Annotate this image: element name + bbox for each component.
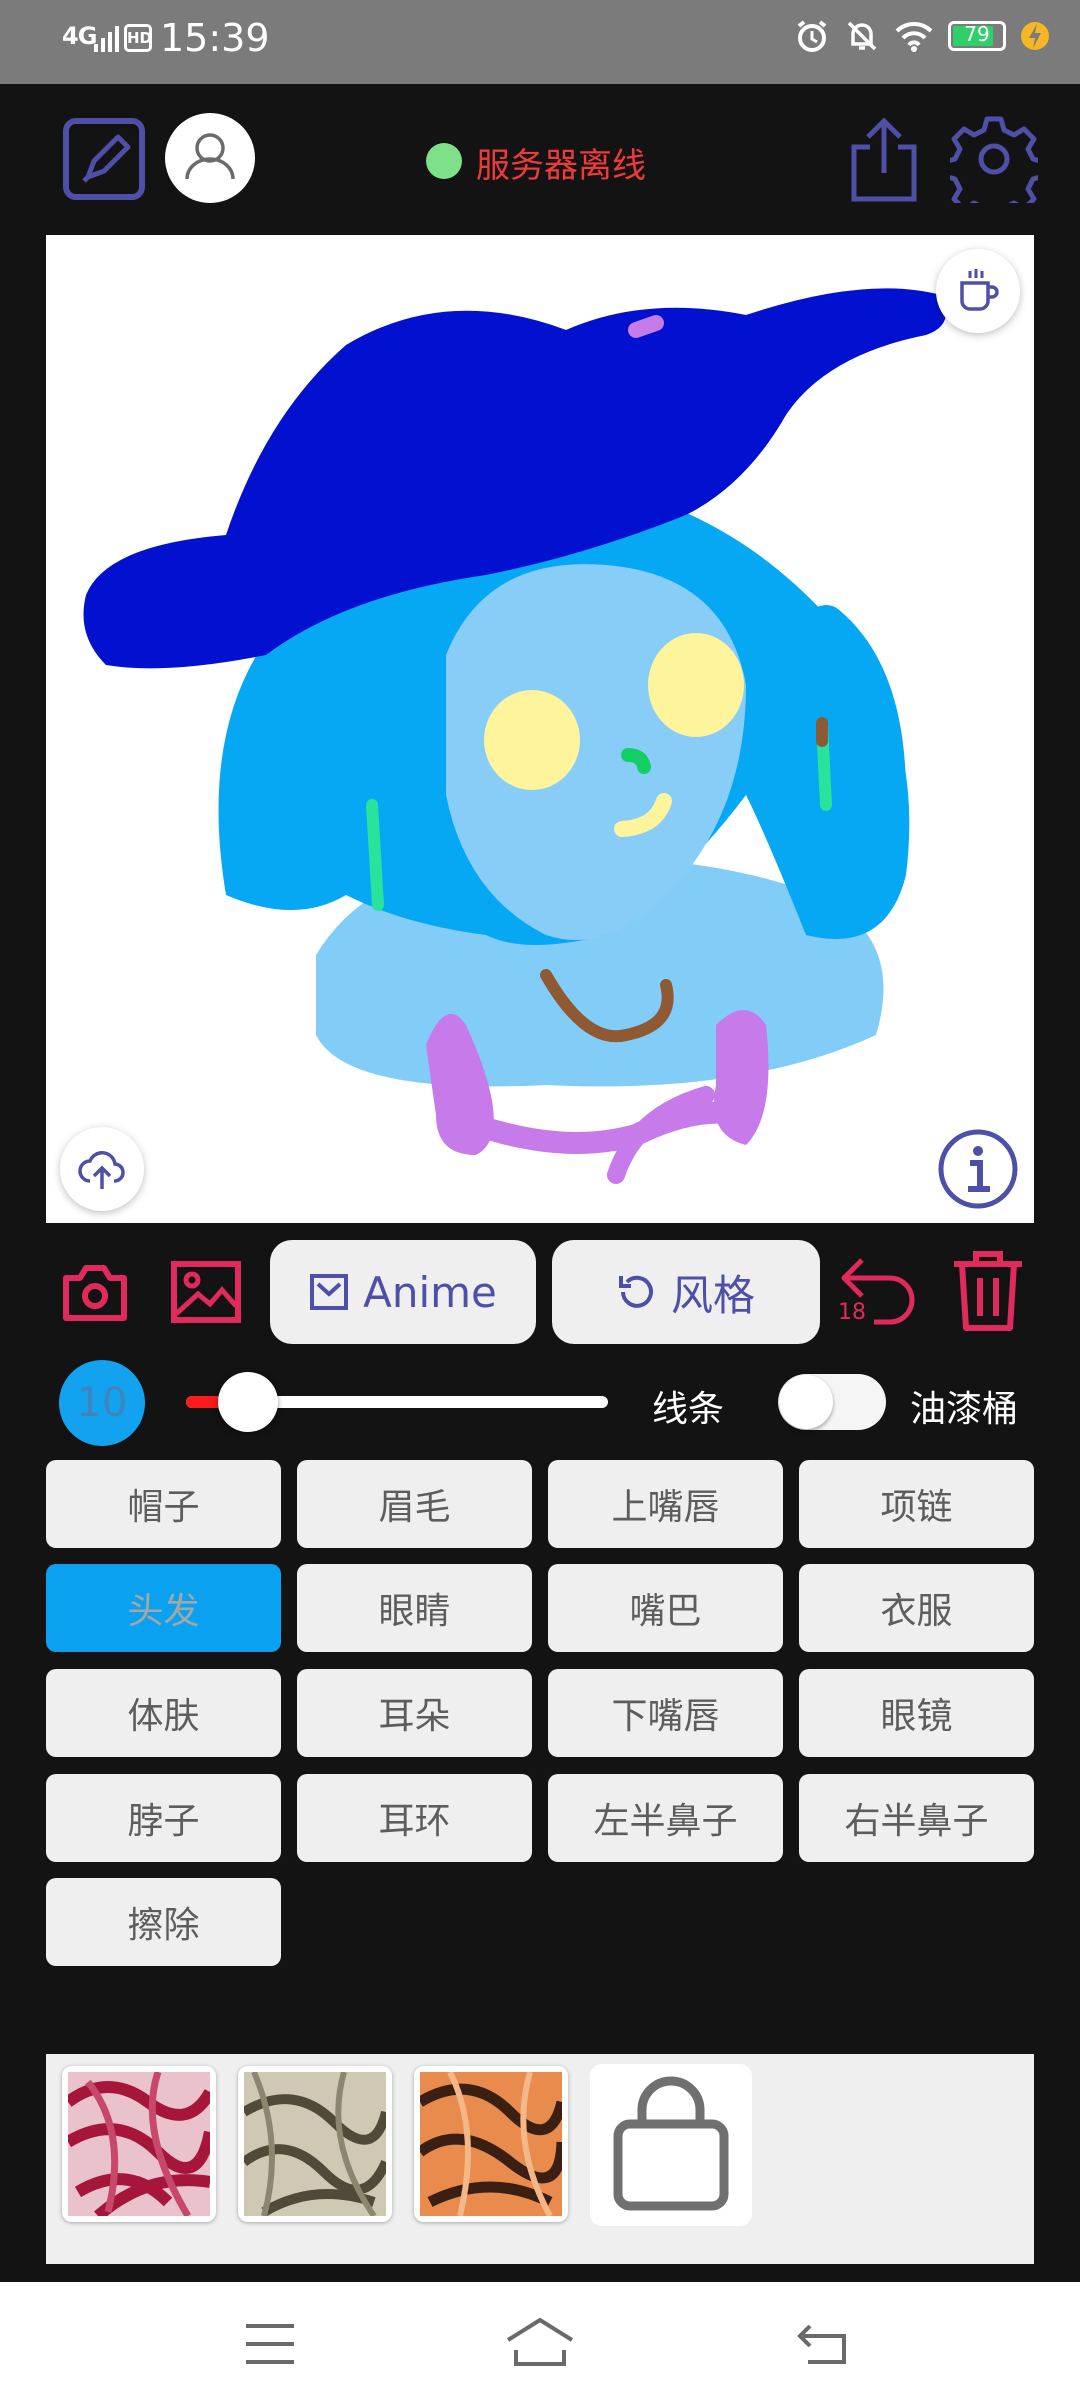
menu-icon[interactable]	[244, 2322, 296, 2366]
home-icon[interactable]	[504, 2316, 576, 2366]
anime-button-label: Anime	[363, 1267, 497, 1317]
style-thumbnail-image	[244, 2072, 386, 2216]
cloud-upload-icon	[78, 1151, 125, 1189]
part-button-clothes[interactable]: 衣服	[799, 1564, 1034, 1652]
part-button-upper-lip[interactable]: 上嘴唇	[548, 1460, 783, 1548]
undo-count: 18	[838, 1300, 866, 1325]
style-thumbnail-image	[68, 2072, 210, 2216]
avatar[interactable]	[165, 113, 255, 203]
image-gallery-icon[interactable]	[170, 1258, 242, 1328]
mute-bell-icon	[847, 21, 877, 51]
style-thumbnail-image	[420, 2072, 562, 2216]
info-icon[interactable]	[936, 1127, 1020, 1211]
sketch-drawing	[83, 288, 946, 1184]
wifi-icon	[895, 21, 933, 52]
trash-icon[interactable]	[950, 1250, 1026, 1332]
status-bar: 4G HD 15:39 79	[0, 0, 1080, 84]
anime-button[interactable]: Anime	[270, 1240, 536, 1344]
part-button-mouth[interactable]: 嘴巴	[548, 1564, 783, 1652]
coffee-cup-icon	[960, 269, 999, 311]
part-button-eyes[interactable]: 眼睛	[297, 1564, 532, 1652]
share-icon[interactable]	[840, 115, 928, 203]
style-thumbnail-2[interactable]	[238, 2066, 392, 2222]
mail-icon	[310, 1274, 349, 1310]
alarm-icon	[797, 20, 827, 52]
part-button-erase[interactable]: 擦除	[46, 1878, 281, 1966]
part-button-hat[interactable]: 帽子	[46, 1460, 281, 1548]
brush-size-badge: 10	[59, 1360, 145, 1446]
clock: 15:39	[160, 16, 270, 60]
style-button-label: 风格	[670, 1270, 755, 1320]
part-button-right-nose[interactable]: 右半鼻子	[799, 1774, 1034, 1862]
server-status-dot	[426, 143, 462, 179]
style-button[interactable]: 风格	[552, 1240, 820, 1344]
part-button-skin[interactable]: 体肤	[46, 1669, 281, 1757]
drawing-canvas[interactable]	[46, 235, 1034, 1223]
server-status-text: 服务器离线	[476, 146, 646, 186]
user-icon	[185, 133, 235, 180]
part-button-ears[interactable]: 耳朵	[297, 1669, 532, 1757]
shopping-bag-icon	[613, 2076, 729, 2211]
style-thumbnail-1[interactable]	[62, 2066, 216, 2222]
part-button-glasses[interactable]: 眼镜	[799, 1669, 1034, 1757]
sketch-edit-icon[interactable]	[60, 115, 148, 203]
cloud-upload-button[interactable]	[60, 1127, 144, 1211]
settings-gear-icon[interactable]	[950, 115, 1038, 203]
lines-label: 线条	[652, 1389, 725, 1430]
part-button-eyebrows[interactable]: 眉毛	[297, 1460, 532, 1548]
signal-icon	[94, 26, 119, 52]
status-icons: 79	[794, 18, 1050, 54]
rotate-icon	[618, 1275, 653, 1308]
back-icon[interactable]	[796, 2320, 850, 2366]
camera-icon[interactable]	[60, 1258, 130, 1328]
navigation-bar	[0, 2282, 1080, 2408]
network-indicator: 4G	[62, 22, 97, 50]
part-button-hair[interactable]: 头发	[46, 1564, 281, 1652]
part-button-necklace[interactable]: 项链	[799, 1460, 1034, 1548]
brush-size-slider-thumb[interactable]	[218, 1372, 278, 1432]
style-store-button[interactable]	[590, 2064, 752, 2226]
mode-toggle-knob[interactable]	[779, 1375, 833, 1429]
part-button-left-nose[interactable]: 左半鼻子	[548, 1774, 783, 1862]
part-button-earrings[interactable]: 耳环	[297, 1774, 532, 1862]
charging-icon	[1021, 22, 1049, 50]
part-button-neck[interactable]: 脖子	[46, 1774, 281, 1862]
paint-bucket-label: 油漆桶	[910, 1389, 1019, 1430]
style-thumbnail-3[interactable]	[414, 2066, 568, 2222]
hd-badge: HD	[124, 24, 152, 52]
part-button-lower-lip[interactable]: 下嘴唇	[548, 1669, 783, 1757]
battery-indicator: 79	[948, 21, 1006, 51]
coffee-button[interactable]	[936, 249, 1020, 333]
